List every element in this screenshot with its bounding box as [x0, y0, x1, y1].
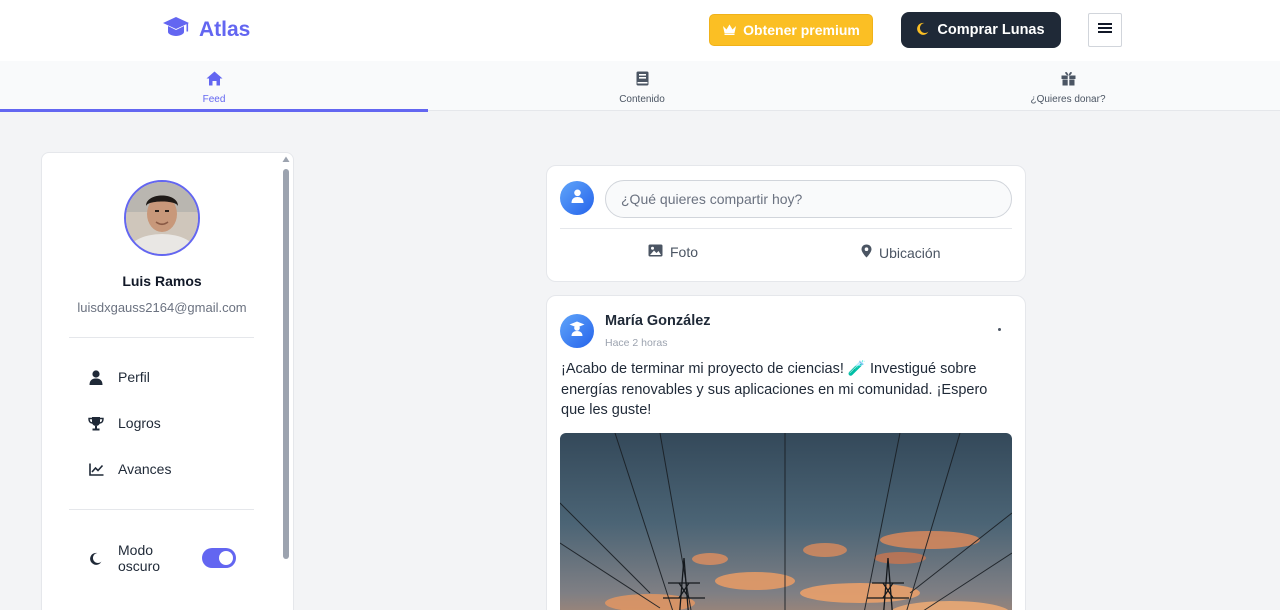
tab-donar[interactable]: ¿Quieres donar? [856, 61, 1280, 111]
avatar[interactable] [124, 180, 200, 256]
profile-name: Luis Ramos [122, 273, 202, 289]
lunas-label: Comprar Lunas [937, 22, 1045, 38]
sidebar-item-perfil[interactable]: Perfil [88, 369, 150, 385]
tab-feed[interactable]: Feed [0, 61, 428, 112]
buy-lunas-button[interactable]: Comprar Lunas [901, 12, 1061, 48]
photo-button[interactable]: Foto [648, 244, 698, 260]
home-icon [206, 71, 223, 91]
composer-avatar [560, 181, 594, 215]
feed-post: María González Hace 2 horas ¡Acabo de te… [546, 295, 1026, 610]
profile-sidebar: Luis Ramos luisdxgauss2164@gmail.com Per… [41, 152, 294, 610]
profile-email: luisdxgauss2164@gmail.com [77, 300, 247, 315]
post-author-name[interactable]: María González [605, 313, 711, 329]
user-icon [88, 369, 104, 385]
get-premium-button[interactable]: Obtener premium [709, 14, 873, 46]
logo-text: Atlas [199, 17, 251, 41]
location-label: Ubicación [879, 244, 941, 261]
sidebar-item-label: Logros [118, 415, 161, 431]
sidebar-item-label: Avances [118, 461, 172, 477]
book-icon [636, 71, 649, 91]
dark-mode-label: Modo oscuro [118, 542, 161, 574]
chart-line-icon [88, 463, 104, 476]
post-body-text: ¡Acabo de terminar mi proyecto de cienci… [561, 361, 988, 418]
toggle-knob [219, 551, 233, 565]
tab-feed-label: Feed [202, 94, 226, 105]
scroll-up-arrow-icon[interactable] [282, 155, 290, 163]
graduation-cap-icon [162, 16, 190, 43]
user-icon [571, 189, 584, 208]
post-timestamp: Hace 2 horas [605, 337, 668, 349]
image-icon [648, 244, 663, 260]
sidebar-divider [69, 509, 254, 510]
tab-contenido[interactable]: Contenido [428, 61, 856, 111]
premium-label: Obtener premium [743, 22, 860, 38]
ellipsis-icon [997, 327, 1001, 331]
post-image[interactable] [560, 433, 1012, 610]
location-button[interactable]: Ubicación [861, 244, 940, 261]
gift-icon [1061, 71, 1076, 91]
composer-input[interactable] [605, 180, 1012, 218]
scrollbar-thumb[interactable] [283, 169, 289, 559]
photo-label: Foto [670, 244, 699, 260]
student-icon [569, 321, 585, 341]
map-pin-icon [861, 244, 872, 261]
post-more-options-button[interactable] [989, 322, 1009, 336]
sidebar-item-logros[interactable]: Logros [88, 415, 161, 431]
sidebar-item-avances[interactable]: Avances [88, 461, 171, 477]
post-composer: Foto Ubicación [546, 165, 1026, 282]
post-author-avatar[interactable] [560, 314, 594, 348]
tab-donar-label: ¿Quieres donar? [1030, 94, 1106, 105]
sidebar-item-label: Perfil [118, 369, 150, 385]
dark-mode-toggle[interactable] [202, 548, 236, 568]
sidebar-scrollbar[interactable] [282, 155, 290, 610]
hamburger-menu-button[interactable] [1088, 13, 1122, 47]
top-header: Atlas Obtener premium Comprar Lunas [0, 0, 1280, 61]
crown-icon [722, 22, 737, 38]
trophy-icon [88, 416, 104, 431]
composer-divider [560, 228, 1012, 229]
dark-mode-row: Modo oscuro [88, 542, 178, 574]
sidebar-divider [69, 337, 254, 338]
moon-icon [88, 552, 104, 565]
hamburger-icon [1097, 21, 1113, 39]
logo[interactable]: Atlas [162, 16, 250, 43]
tab-contenido-label: Contenido [619, 94, 665, 105]
moon-icon [917, 22, 929, 39]
main-tabs: Feed Contenido ¿Quieres donar? [0, 61, 1280, 112]
